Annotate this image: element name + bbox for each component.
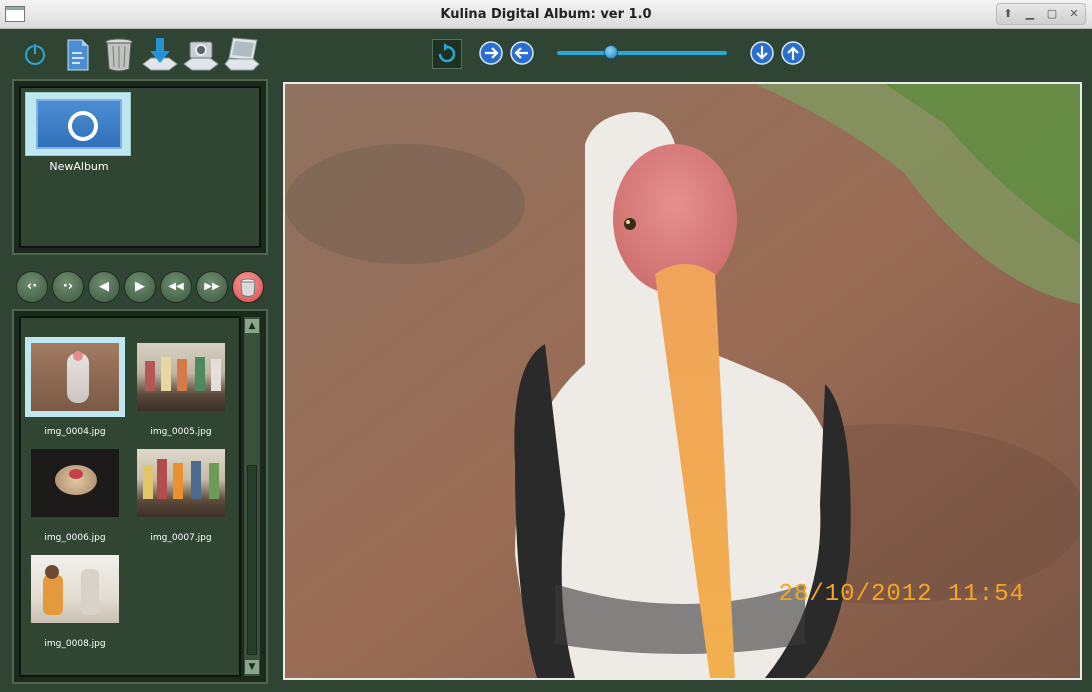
trash-can-icon [240,278,256,297]
photo-caption: img_0004.jpg [44,427,106,437]
window-titlebar: Kulina Digital Album: ver 1.0 ⬆ ▁ ▢ ✕ [0,0,1092,29]
photo-thumbnail[interactable] [25,443,125,523]
window-close-icon[interactable]: ✕ [1066,6,1082,22]
zoom-slider[interactable] [557,45,727,59]
photo-grid: img_0004.jpg img_0005.jpg img_0006.jpg i… [19,316,241,677]
first-photo-button[interactable]: ◀◀ [160,271,192,303]
scrollbar-thumb[interactable] [247,465,257,655]
album-label: NewAlbum [49,160,109,173]
album-panel: NewAlbum [12,79,268,255]
laptop-icon[interactable] [223,36,261,72]
photo-thumbnail[interactable] [131,443,231,523]
down-arrow-icon[interactable] [749,40,775,66]
back-arrow-icon[interactable] [509,40,535,66]
photo-list-panel: img_0004.jpg img_0005.jpg img_0006.jpg i… [12,309,268,684]
previous-photo-button[interactable]: ◀ [88,271,120,303]
photo-caption: img_0007.jpg [150,533,212,543]
toolbar [0,29,1092,77]
album-folder-icon [36,99,122,149]
trash-can-icon[interactable] [100,36,138,72]
photo-viewer[interactable]: 28/10/2012 11:54 [283,82,1082,680]
next-page-button[interactable]: ·› [52,271,84,303]
window-maximize-icon[interactable]: ▢ [1044,6,1060,22]
album-item[interactable]: NewAlbum [25,92,133,176]
photo-nav-bar: ‹· ·› ◀ ▶ ◀◀ ▶▶ [12,267,272,307]
document-icon[interactable] [59,36,97,72]
photo-thumbnail[interactable] [131,337,231,417]
photo-thumbnail[interactable] [25,337,125,417]
photo-timestamp: 28/10/2012 11:54 [778,581,1025,608]
window-minimize-icon[interactable]: ▁ [1022,6,1038,22]
photo-caption: img_0006.jpg [44,533,106,543]
photo-list-scrollbar[interactable]: ▲ ▼ [243,316,261,677]
next-photo-button[interactable]: ▶ [124,271,156,303]
window-controls: ⬆ ▁ ▢ ✕ [996,3,1086,25]
last-photo-button[interactable]: ▶▶ [196,271,228,303]
photo-caption: img_0005.jpg [150,427,212,437]
zoom-slider-handle[interactable] [604,45,618,59]
up-arrow-icon[interactable] [780,40,806,66]
power-icon[interactable] [16,36,54,72]
delete-photo-button[interactable] [232,271,264,303]
download-icon[interactable] [141,36,179,72]
photo-thumbnail[interactable] [25,549,125,629]
scroll-down-icon[interactable]: ▼ [245,660,259,674]
scroll-up-icon[interactable]: ▲ [245,319,259,333]
photo-item[interactable]: img_0007.jpg [131,443,231,543]
photo-item[interactable]: img_0004.jpg [25,337,125,437]
photo-item[interactable]: img_0008.jpg [25,549,125,649]
refresh-icon[interactable] [432,39,462,69]
forward-arrow-icon[interactable] [478,40,504,66]
previous-page-button[interactable]: ‹· [16,271,48,303]
main-area: NewAlbum ‹· ·› ◀ ▶ ◀◀ ▶▶ img_0004.jpg im… [0,29,1092,692]
camera-icon[interactable] [182,36,220,72]
photo-caption: img_0008.jpg [44,639,106,649]
window-title: Kulina Digital Album: ver 1.0 [440,7,652,22]
album-thumbnail[interactable] [25,92,131,156]
photo-item[interactable]: img_0006.jpg [25,443,125,543]
photo-item[interactable]: img_0005.jpg [131,337,231,437]
window-up-icon[interactable]: ⬆ [1000,6,1016,22]
album-list: NewAlbum [19,86,261,248]
